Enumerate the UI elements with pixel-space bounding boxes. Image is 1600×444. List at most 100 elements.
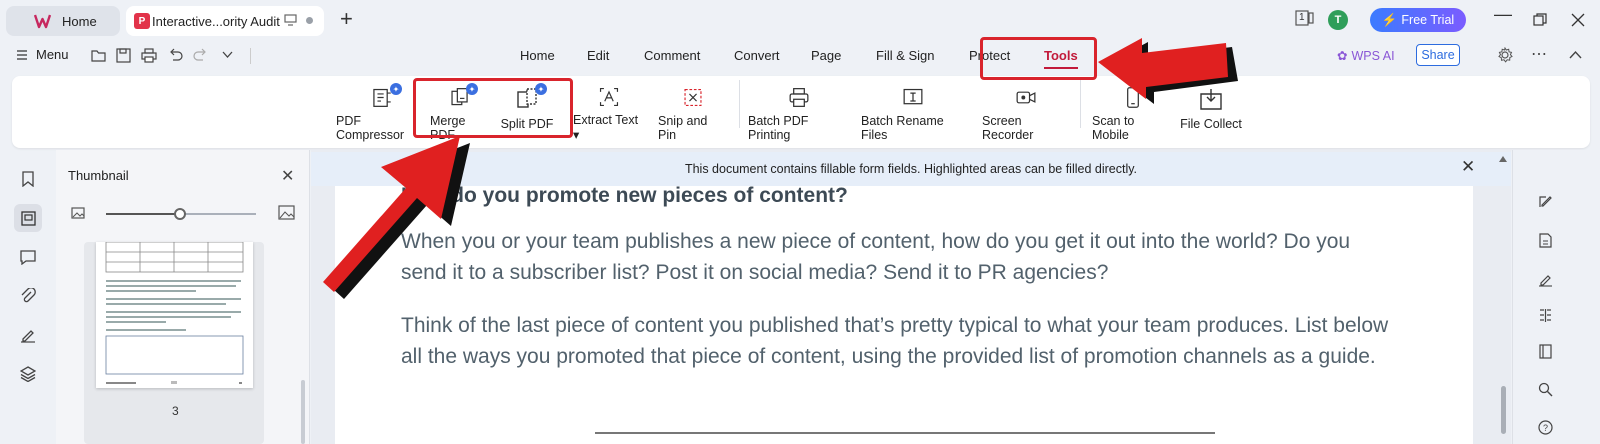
form-field-line[interactable] [595, 432, 1215, 434]
tab-edit[interactable]: Edit [587, 48, 609, 63]
new-tab-button[interactable]: + [340, 8, 353, 30]
rename-icon [903, 88, 923, 105]
tool-label: Batch Rename Files [861, 114, 944, 142]
batch-pdf-printing-button[interactable]: Batch PDF Printing [748, 86, 850, 142]
tab-page[interactable]: Page [811, 48, 841, 63]
hamburger-icon [17, 49, 27, 60]
tool-label: Batch PDF Printing [748, 114, 809, 142]
tab-home-ribbon[interactable]: Home [520, 48, 555, 63]
restore-icon[interactable] [1533, 13, 1547, 27]
section-heading: How do you promote new pieces of content… [401, 184, 848, 207]
avatar[interactable]: T [1328, 10, 1348, 30]
book-icon[interactable] [1538, 344, 1553, 359]
page-number-label: 3 [172, 404, 179, 418]
bookmark-icon[interactable] [14, 165, 42, 193]
tool-label: Screen Recorder [982, 114, 1034, 142]
tools-ribbon: ✦ PDF Compressor ✦ Merge PDF ✦ Split PDF… [12, 76, 1590, 148]
form-icon[interactable] [1538, 233, 1553, 248]
scrollbar-thumb[interactable] [1501, 386, 1506, 434]
close-icon[interactable]: ✕ [281, 166, 294, 186]
right-sidebar: ? [1512, 150, 1600, 444]
svg-text:?: ? [1543, 423, 1548, 433]
comment-icon[interactable] [14, 243, 42, 271]
search-icon[interactable] [1538, 382, 1553, 397]
thumbnail-title: Thumbnail [68, 168, 129, 183]
settings-gear-icon[interactable] [1497, 47, 1513, 63]
help-icon[interactable]: ? [1538, 420, 1553, 435]
menu-label: Menu [36, 47, 69, 62]
pdf-file-icon: P [134, 13, 150, 29]
batch-rename-files-button[interactable]: Batch Rename Files [861, 86, 965, 142]
wps-logo-icon [34, 14, 51, 29]
merge-split-highlight-box [413, 78, 573, 138]
collect-icon [1200, 89, 1222, 110]
collapse-ribbon-icon[interactable] [1569, 50, 1582, 59]
tab-convert[interactable]: Convert [734, 48, 780, 63]
attachment-icon[interactable] [14, 282, 42, 310]
tools-tab-highlight-box [980, 37, 1097, 80]
menu-bar: Menu Home Edit Comment Convert Page Fill… [0, 40, 1600, 72]
left-sidebar [0, 150, 56, 444]
title-bar: Home P Interactive...ority Audit + 1 T ⚡… [0, 0, 1600, 40]
close-icon[interactable]: ✕ [1461, 157, 1475, 177]
redo-icon[interactable] [193, 48, 208, 63]
chevron-down-icon[interactable] [222, 51, 233, 59]
monitor-icon[interactable] [284, 14, 297, 26]
document-scrollbar[interactable] [1499, 154, 1507, 444]
extract-text-icon [599, 87, 619, 107]
tab-home[interactable]: Home [6, 6, 120, 36]
edit-icon[interactable] [1538, 194, 1553, 209]
sign-icon[interactable] [1538, 272, 1553, 287]
wps-ai-button[interactable]: ✿ WPS AI [1337, 48, 1395, 64]
minimize-icon[interactable]: — [1494, 4, 1512, 25]
thumbnail-icon[interactable] [14, 204, 42, 232]
ai-sparkle-icon: ✿ [1337, 49, 1348, 63]
small-image-icon[interactable] [71, 207, 85, 219]
page-count-icon[interactable] [1295, 10, 1315, 26]
snip-and-pin-button[interactable]: Snip and Pin [658, 86, 728, 142]
thumbnail-panel: Thumbnail ✕ 3 [56, 150, 310, 444]
premium-badge-icon: ✦ [390, 83, 402, 95]
snip-icon [684, 88, 702, 107]
tool-label: Scan to Mobile [1092, 114, 1135, 142]
unsaved-dot-icon[interactable] [306, 17, 313, 24]
save-icon[interactable] [116, 48, 131, 63]
document-viewer: How do you promote new pieces of content… [311, 150, 1511, 444]
page-count-badge: 1 [1299, 12, 1305, 23]
divider [739, 80, 740, 128]
tab-comment[interactable]: Comment [644, 48, 700, 63]
notice-text: This document contains fillable form fie… [684, 162, 1138, 176]
tool-label: Snip and Pin [658, 114, 708, 142]
large-image-icon[interactable] [278, 205, 295, 220]
divider [1080, 80, 1081, 128]
menu-button[interactable]: Menu [16, 47, 69, 62]
lightning-icon: ⚡ [1381, 12, 1398, 27]
print-icon[interactable] [141, 48, 157, 63]
scan-to-mobile-button[interactable]: Scan to Mobile [1092, 86, 1174, 142]
screen-recorder-button[interactable]: Screen Recorder [982, 86, 1070, 142]
document-page: How do you promote new pieces of content… [335, 184, 1473, 444]
free-trial-button[interactable]: ⚡ Free Trial [1370, 8, 1466, 32]
paragraph: Think of the last piece of content you p… [401, 314, 1389, 368]
tab-fill-sign[interactable]: Fill & Sign [876, 48, 935, 63]
more-options-icon[interactable]: ⋯ [1531, 44, 1547, 64]
scroll-up-icon[interactable] [1499, 156, 1507, 162]
page-thumbnail[interactable] [96, 242, 253, 388]
share-button[interactable]: Share [1416, 44, 1460, 66]
undo-icon[interactable] [168, 48, 183, 63]
signature-icon[interactable] [14, 321, 42, 349]
compare-icon[interactable] [1538, 308, 1553, 323]
thumbnail-scrollbar[interactable] [301, 380, 305, 444]
zoom-slider-handle[interactable] [174, 208, 186, 220]
extract-text-button[interactable]: Extract Text ▾ [573, 86, 645, 142]
file-collect-button[interactable]: File Collect [1180, 86, 1242, 142]
close-window-icon[interactable] [1571, 13, 1585, 27]
page-thumbnail-preview [105, 242, 244, 384]
tab-document[interactable]: P Interactive...ority Audit [126, 6, 324, 36]
zoom-slider-fill [106, 213, 180, 215]
layers-icon[interactable] [14, 360, 42, 388]
tab-document-label: Interactive...ority Audit [152, 13, 280, 29]
open-folder-icon[interactable] [91, 48, 107, 63]
divider [250, 48, 251, 64]
mobile-icon [1127, 87, 1139, 108]
